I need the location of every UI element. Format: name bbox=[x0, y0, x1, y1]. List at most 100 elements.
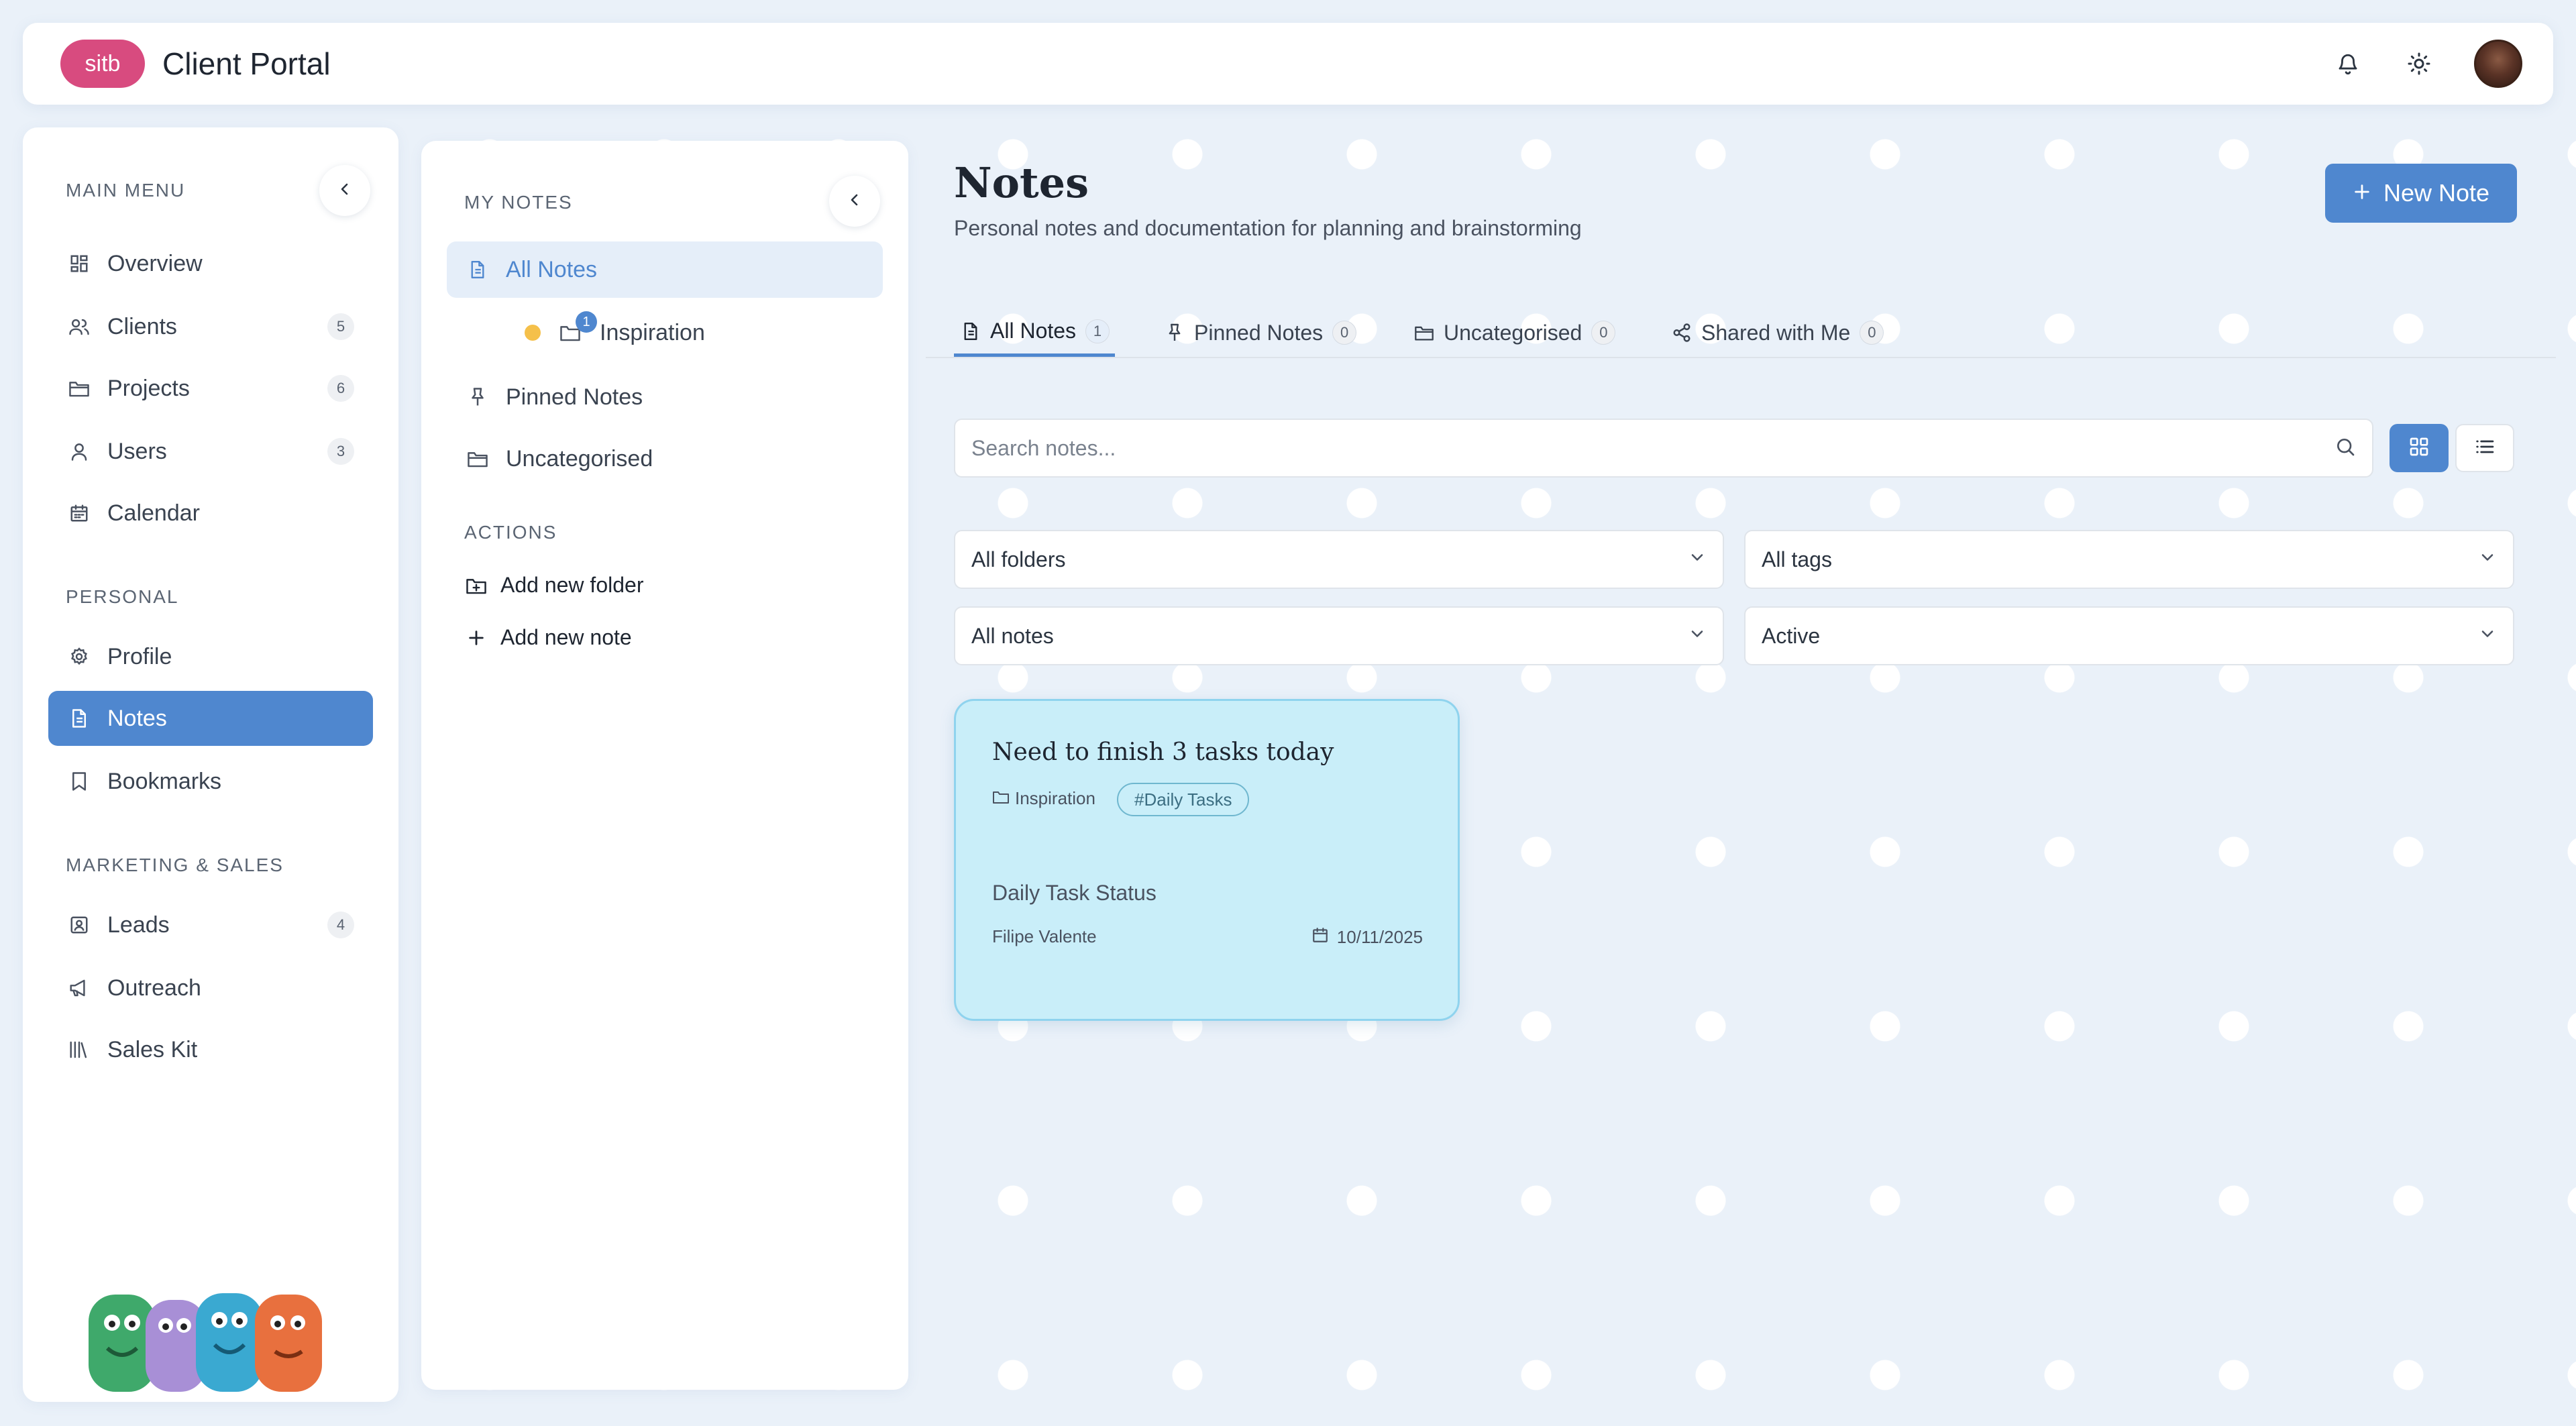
gear-icon bbox=[67, 645, 91, 669]
sidebar-item-leads[interactable]: Leads 4 bbox=[48, 897, 373, 952]
sidebar-item-label: Notes bbox=[107, 705, 167, 731]
sidebar-item-label: Clients bbox=[107, 313, 177, 339]
add-new-note-button[interactable]: Add new note bbox=[464, 625, 632, 650]
list-view-button[interactable] bbox=[2455, 424, 2514, 472]
sidebar-item-sales-kit[interactable]: Sales Kit bbox=[48, 1022, 373, 1077]
main-menu-label: MAIN MENU bbox=[66, 180, 186, 201]
sidebar-item-calendar[interactable]: Calendar bbox=[48, 486, 373, 541]
tab-all-notes[interactable]: All Notes 1 bbox=[954, 309, 1116, 357]
tab-pinned-notes[interactable]: Pinned Notes 0 bbox=[1158, 309, 1362, 357]
note-author: Filipe Valente bbox=[992, 926, 1097, 946]
sidebar-item-label: Profile bbox=[107, 643, 172, 669]
tab-label: Shared with Me bbox=[1701, 320, 1851, 345]
chevron-down-icon bbox=[2478, 624, 2497, 649]
document-icon bbox=[67, 706, 91, 730]
note-folder-label: Inspiration bbox=[1015, 788, 1095, 808]
note-tag[interactable]: #Daily Tasks bbox=[1117, 783, 1250, 816]
note-title: Need to finish 3 tasks today bbox=[992, 738, 1334, 766]
page-title: Notes bbox=[954, 158, 1089, 207]
sun-icon[interactable] bbox=[2403, 48, 2435, 80]
notes-nav-all-notes[interactable]: All Notes bbox=[447, 241, 883, 298]
sidebar-item-profile[interactable]: Profile bbox=[48, 629, 373, 684]
brand-badge[interactable]: sitb bbox=[60, 40, 145, 88]
plus-icon bbox=[464, 626, 488, 650]
search-bar bbox=[954, 419, 2373, 478]
count-badge: 6 bbox=[327, 375, 354, 402]
tab-label: All Notes bbox=[990, 319, 1077, 343]
folder-color-dot bbox=[525, 325, 541, 341]
my-notes-label: MY NOTES bbox=[464, 192, 573, 213]
sidebar-item-projects[interactable]: Projects 6 bbox=[48, 361, 373, 416]
tab-label: Uncategorised bbox=[1444, 320, 1582, 345]
actions-label: ACTIONS bbox=[464, 522, 557, 543]
tags-filter-select[interactable]: All tags bbox=[1744, 530, 2514, 589]
search-input[interactable] bbox=[971, 435, 2334, 461]
dashboard-icon bbox=[67, 252, 91, 276]
tab-count-badge: 1 bbox=[1085, 319, 1110, 343]
sidebar: MAIN MENU Overview Clients 5 Projects 6 … bbox=[23, 127, 398, 1402]
document-icon bbox=[959, 320, 982, 343]
folder-count-badge: 1 bbox=[576, 311, 597, 333]
sidebar-item-bookmarks[interactable]: Bookmarks bbox=[48, 754, 373, 809]
document-icon bbox=[466, 258, 490, 282]
tab-shared-with-me[interactable]: Shared with Me 0 bbox=[1665, 309, 1889, 357]
folder-icon bbox=[1413, 321, 1436, 344]
count-badge: 5 bbox=[327, 313, 354, 340]
search-icon[interactable] bbox=[2334, 436, 2356, 461]
note-card[interactable]: Need to finish 3 tasks today Inspiration… bbox=[954, 699, 1460, 1021]
count-badge: 4 bbox=[327, 912, 354, 938]
sidebar-item-users[interactable]: Users 3 bbox=[48, 424, 373, 479]
action-label: Add new folder bbox=[500, 573, 644, 597]
personal-label: PERSONAL bbox=[66, 586, 179, 607]
sidebar-item-clients[interactable]: Clients 5 bbox=[48, 299, 373, 354]
sidebar-item-label: Outreach bbox=[107, 975, 201, 1001]
sidebar-item-notes[interactable]: Notes bbox=[48, 691, 373, 746]
calendar-icon bbox=[67, 501, 91, 525]
user-icon bbox=[67, 439, 91, 463]
select-value: Active bbox=[1762, 623, 1821, 648]
tab-uncategorised[interactable]: Uncategorised 0 bbox=[1407, 309, 1621, 357]
grid-view-button[interactable] bbox=[2390, 424, 2449, 472]
sidebar-collapse-button[interactable] bbox=[319, 165, 370, 216]
folder-filter-select[interactable]: All folders bbox=[954, 530, 1724, 589]
select-value: All notes bbox=[971, 623, 1054, 648]
sidebar-item-label: Sales Kit bbox=[107, 1036, 198, 1062]
marketing-sales-label: MARKETING & SALES bbox=[66, 855, 284, 875]
folder-icon bbox=[466, 447, 490, 471]
sidebar-item-overview[interactable]: Overview bbox=[48, 236, 373, 291]
folder-icon bbox=[67, 376, 91, 400]
new-note-button[interactable]: New Note bbox=[2325, 164, 2517, 223]
tab-count-badge: 0 bbox=[1591, 321, 1616, 345]
notes-panel-collapse-button[interactable] bbox=[829, 176, 880, 227]
notes-nav-folder-inspiration[interactable]: 1 Inspiration bbox=[447, 305, 883, 361]
notes-filter-select[interactable]: All notes bbox=[954, 606, 1724, 665]
folder-plus-icon bbox=[464, 573, 488, 598]
bell-icon[interactable] bbox=[2332, 48, 2364, 80]
status-filter-select[interactable]: Active bbox=[1744, 606, 2514, 665]
share-icon bbox=[1670, 321, 1693, 344]
page-subtitle: Personal notes and documentation for pla… bbox=[954, 216, 1582, 240]
chevron-down-icon bbox=[1688, 547, 1707, 572]
select-value: All tags bbox=[1762, 547, 1832, 571]
chevron-left-icon bbox=[337, 181, 353, 201]
note-status: Daily Task Status bbox=[992, 881, 1157, 905]
add-new-folder-button[interactable]: Add new folder bbox=[464, 573, 643, 598]
header-actions bbox=[2332, 40, 2522, 88]
list-icon bbox=[2474, 436, 2496, 461]
avatar[interactable] bbox=[2474, 40, 2522, 88]
notes-nav-label: All Notes bbox=[506, 256, 598, 282]
library-icon bbox=[67, 1038, 91, 1062]
notes-nav-pinned[interactable]: Pinned Notes bbox=[447, 369, 883, 425]
chevron-down-icon bbox=[1688, 624, 1707, 649]
tabs-divider bbox=[926, 357, 2556, 358]
bookmark-icon bbox=[67, 769, 91, 793]
sidebar-item-label: Users bbox=[107, 438, 167, 464]
notes-nav-uncategorised[interactable]: Uncategorised bbox=[447, 431, 883, 487]
grid-icon bbox=[2408, 436, 2430, 461]
note-folder: Inspiration bbox=[992, 788, 1095, 809]
sidebar-item-outreach[interactable]: Outreach bbox=[48, 961, 373, 1016]
notes-nav-label: Inspiration bbox=[600, 319, 705, 345]
chevron-down-icon bbox=[2478, 547, 2497, 572]
select-value: All folders bbox=[971, 547, 1066, 571]
mascot-logo bbox=[89, 1293, 322, 1392]
